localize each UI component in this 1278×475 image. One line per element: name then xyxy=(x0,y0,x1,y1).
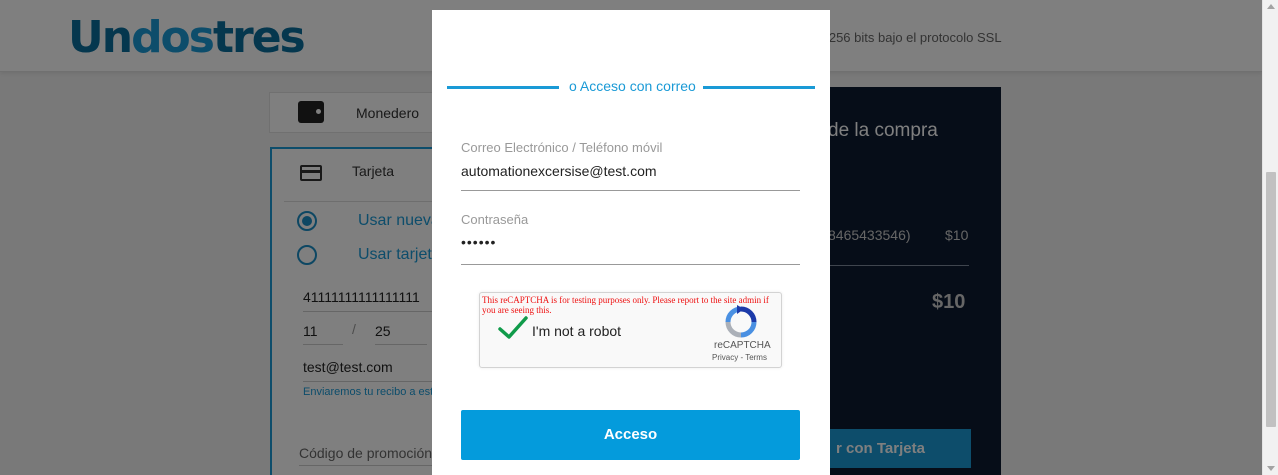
recaptcha-privacy-terms[interactable]: Privacy - Terms xyxy=(712,353,767,362)
scrollbar-thumb[interactable] xyxy=(1266,172,1276,427)
divider-left-line xyxy=(447,86,559,89)
scroll-up-arrow-icon[interactable] xyxy=(1267,4,1275,9)
recaptcha-label: I'm not a robot xyxy=(532,323,622,339)
email-access-divider: o Acceso con correo xyxy=(569,78,696,94)
page-scrollbar[interactable] xyxy=(1262,0,1278,475)
recaptcha-logo-icon xyxy=(725,305,757,338)
recaptcha-brand: reCAPTCHA xyxy=(714,340,771,351)
password-label: Contraseña xyxy=(461,212,529,227)
email-label: Correo Electrónico / Teléfono móvil xyxy=(461,140,663,155)
email-input[interactable]: automationexcersise@test.com xyxy=(461,163,657,179)
password-underline xyxy=(461,264,800,265)
login-modal: o Acceso con correo Correo Electrónico /… xyxy=(432,10,830,475)
email-underline xyxy=(461,190,800,191)
scroll-down-arrow-icon[interactable] xyxy=(1267,466,1275,471)
password-input[interactable]: •••••• xyxy=(461,234,496,250)
divider-right-line xyxy=(703,86,815,89)
recaptcha-widget: This reCAPTCHA is for testing purposes o… xyxy=(479,292,782,368)
access-button[interactable]: Acceso xyxy=(461,410,800,460)
checkmark-icon[interactable] xyxy=(498,315,528,341)
